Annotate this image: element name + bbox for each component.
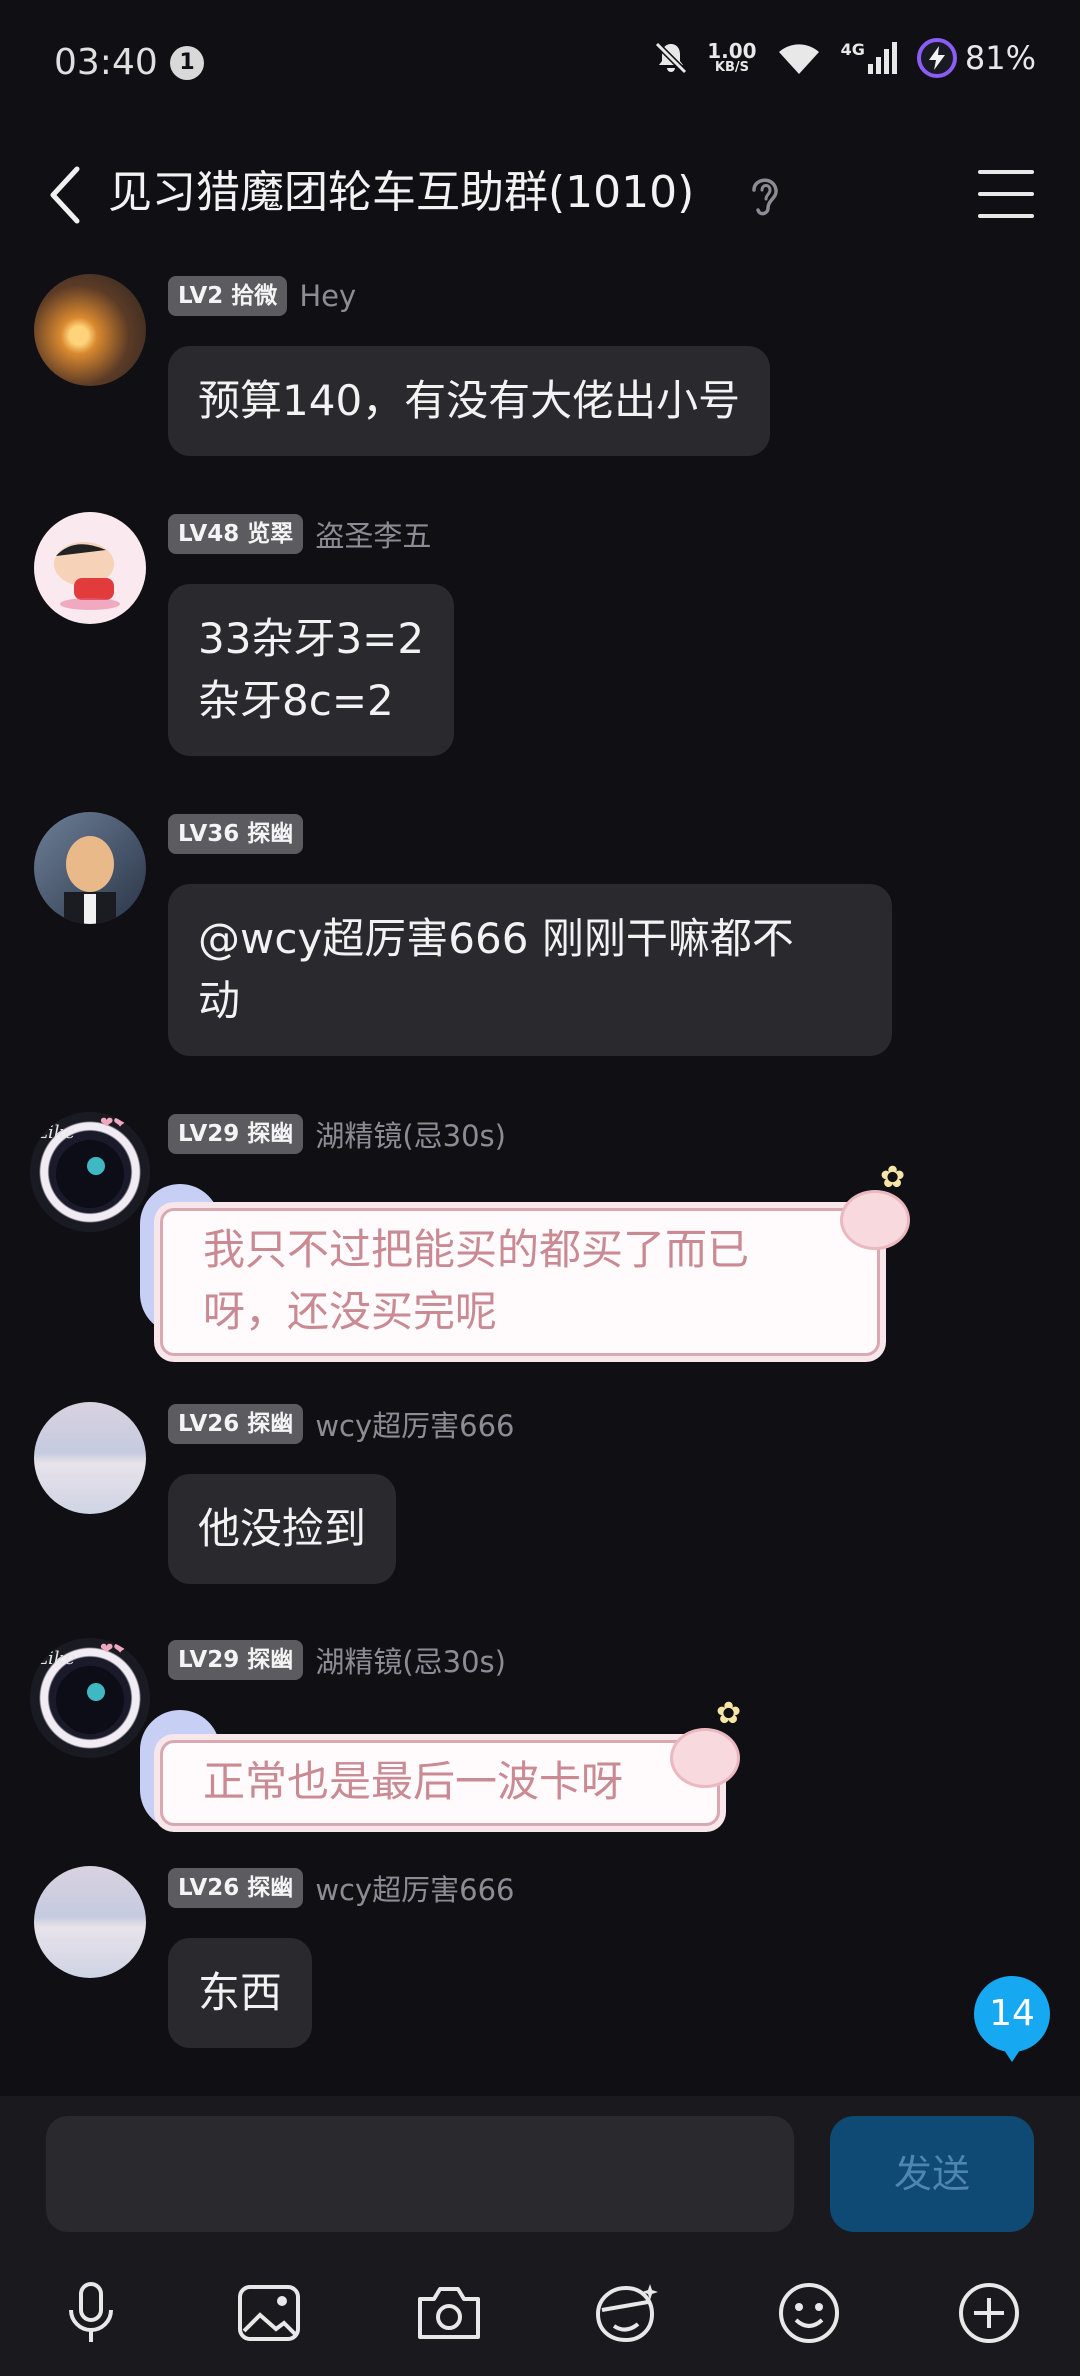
message-bubble[interactable]: 他没捡到: [168, 1474, 397, 1584]
level-badge: LV2 拾微: [168, 276, 288, 316]
message-bubble[interactable]: 33杂牙3=2 杂牙8c=2: [168, 584, 455, 756]
camera-icon: [418, 2287, 480, 2339]
message-input[interactable]: [46, 2116, 794, 2232]
sender-meta: LV29 探幽 湖精镜(忌30s): [168, 1638, 506, 1682]
sticker-button[interactable]: [590, 2278, 660, 2348]
status-icons: 1.00 KB/S 4G 81%: [653, 38, 1036, 78]
pig-decoration: [670, 1728, 740, 1788]
microphone-icon: [69, 2282, 113, 2342]
cellular-signal: 4G: [841, 40, 899, 76]
battery-percent: 81%: [964, 39, 1036, 77]
sticker-icon: [595, 2284, 658, 2343]
cat-avatar-icon: Like ❤❤: [35, 1113, 127, 1208]
level-badge: LV36 探幽: [168, 814, 304, 854]
level-badge: LV29 探幽: [168, 1114, 304, 1154]
fancy-message-bubble[interactable]: 我只不过把能买的都买了而已 呀，还没买完呢 ✿: [140, 1160, 910, 1356]
avatar[interactable]: Like ❤❤: [30, 1112, 150, 1232]
sender-meta: LV26 探幽 wcy超厉害666: [168, 1402, 515, 1446]
message-text: 我只不过把能买的都买了而已 呀，还没买完呢: [160, 1208, 880, 1356]
signal-bars-icon: [867, 42, 897, 74]
svg-text:Like: Like: [35, 1122, 75, 1143]
sender-meta: LV29 探幽 湖精镜(忌30s): [168, 1112, 506, 1156]
emoji-icon: [779, 2283, 839, 2343]
plus-icon: [959, 2283, 1019, 2343]
sender-meta: LV26 探幽 wcy超厉害666: [168, 1866, 515, 1910]
sender-nickname[interactable]: 湖精镜(忌30s): [315, 1639, 506, 1681]
cat-avatar-icon: Like ❤❤: [35, 1639, 127, 1734]
avatar[interactable]: [34, 1866, 146, 1978]
menu-button[interactable]: [978, 166, 1034, 222]
sender-meta: LV2 拾微 Hey: [168, 274, 356, 318]
level-badge: LV26 探幽: [168, 1868, 304, 1908]
message-text: 正常也是最后一波卡呀: [160, 1740, 720, 1826]
avatar[interactable]: [34, 512, 146, 624]
avatar[interactable]: [34, 812, 146, 924]
notification-count-badge: 1: [170, 46, 204, 80]
unread-count-badge[interactable]: 14: [974, 1976, 1050, 2062]
mute-bell-icon: [655, 41, 688, 75]
message-bubble[interactable]: @wcy超厉害666 刚刚干嘛都不 动: [168, 884, 892, 1056]
cartoon-avatar-icon: [64, 836, 116, 924]
back-button[interactable]: [34, 160, 94, 230]
net-speed: 1.00 KB/S: [707, 39, 757, 75]
svg-text:Like: Like: [35, 1648, 75, 1669]
status-bar: 03:40 1 1.00 KB/S 4G 81%: [0, 0, 1080, 130]
star-decoration: ✿: [880, 1160, 906, 1195]
image-button[interactable]: [234, 2278, 304, 2348]
sender-nickname[interactable]: Hey: [299, 279, 356, 313]
send-button[interactable]: 发送: [830, 2116, 1034, 2232]
svg-text:❤❤: ❤❤: [100, 1113, 127, 1132]
message-bubble[interactable]: 东西: [168, 1938, 313, 2048]
camera-button[interactable]: [414, 2278, 484, 2348]
svg-text:❤❤: ❤❤: [100, 1639, 127, 1658]
chat-title[interactable]: 见习猎魔团轮车互助群(1010): [108, 160, 694, 226]
ear-icon[interactable]: [744, 170, 784, 220]
level-badge: LV29 探幽: [168, 1640, 304, 1680]
sender-nickname[interactable]: wcy超厉害666: [315, 1403, 514, 1445]
avatar[interactable]: Like ❤❤: [30, 1638, 150, 1758]
fancy-message-bubble[interactable]: 正常也是最后一波卡呀 ✿: [140, 1696, 741, 1830]
message-bubble[interactable]: 预算140，有没有大佬出小号: [168, 346, 771, 456]
menu-icon: [978, 170, 1034, 174]
avatar[interactable]: [34, 274, 146, 386]
voice-button[interactable]: [56, 2278, 126, 2348]
chat-header: 见习猎魔团轮车互助群(1010): [0, 130, 1080, 255]
cartoon-avatar-icon: [54, 542, 120, 610]
pig-decoration: [840, 1190, 910, 1250]
sender-nickname[interactable]: 湖精镜(忌30s): [315, 1113, 506, 1155]
composer-toolbar: [0, 2256, 1080, 2366]
emoji-button[interactable]: [774, 2278, 844, 2348]
wifi-icon: [778, 44, 819, 74]
image-icon: [238, 2285, 300, 2341]
composer: 发送: [0, 2096, 1080, 2376]
battery: 81%: [916, 38, 1036, 78]
avatar[interactable]: [34, 1402, 146, 1514]
sender-meta: LV36 探幽: [168, 812, 315, 856]
more-button[interactable]: [954, 2278, 1024, 2348]
level-badge: LV48 览翠: [168, 514, 304, 554]
battery-icon: [916, 38, 957, 78]
sender-meta: LV48 览翠 盗圣李五: [168, 512, 431, 556]
star-decoration: ✿: [716, 1696, 742, 1731]
sender-nickname[interactable]: wcy超厉害666: [315, 1867, 514, 1909]
sender-nickname[interactable]: 盗圣李五: [315, 513, 431, 555]
chevron-left-icon: [50, 166, 80, 224]
status-time: 03:40: [54, 42, 158, 83]
level-badge: LV26 探幽: [168, 1404, 304, 1444]
